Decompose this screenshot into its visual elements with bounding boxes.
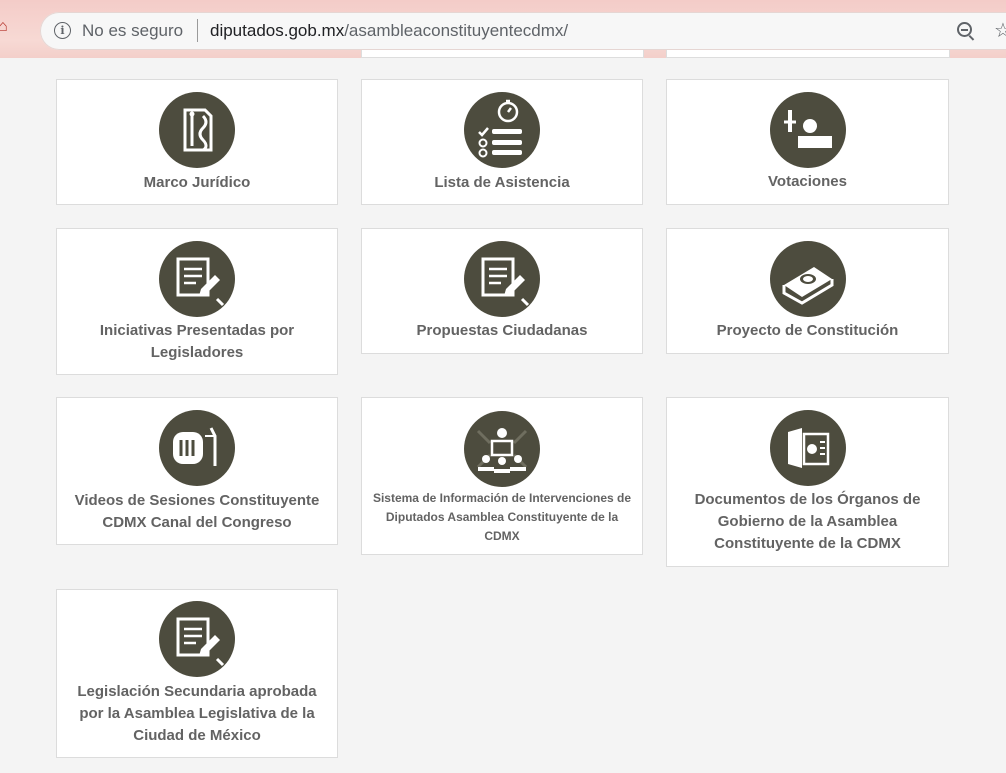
- card-proyecto-constitucion[interactable]: Proyecto de Constitución: [666, 228, 949, 354]
- card-propuestas-ciudadanas[interactable]: Propuestas Ciudadanas: [361, 228, 643, 354]
- card-label: Legislación Secundaria aprobada por la A…: [77, 683, 317, 744]
- card-label: Videos de Sesiones Constituyente CDMX Ca…: [74, 492, 320, 531]
- partial-card: [361, 50, 644, 58]
- stopwatch-checklist-icon: [464, 92, 540, 168]
- card-lista-asistencia[interactable]: Lista de Asistencia: [361, 79, 643, 205]
- card-label: Proyecto de Constitución: [716, 322, 899, 339]
- card-marco-juridico[interactable]: Marco Jurídico: [56, 79, 338, 205]
- card-label: Sistema de Información de Intervenciones…: [372, 491, 632, 543]
- card-label: Iniciativas Presentadas por Legisladores: [99, 322, 295, 361]
- card-label: Votaciones: [768, 173, 847, 190]
- document-pen-icon: [159, 601, 235, 677]
- partial-card: [666, 50, 950, 58]
- info-icon[interactable]: i: [54, 22, 71, 39]
- assembly-podium-icon: [464, 411, 540, 487]
- url-domain: diputados.gob.mx: [210, 21, 345, 40]
- card-label: Lista de Asistencia: [434, 174, 570, 191]
- document-pen-icon: [464, 241, 540, 317]
- open-folder-seal-icon: [769, 410, 846, 486]
- home-icon[interactable]: ⌂: [0, 19, 12, 35]
- gavel-document-icon: [159, 92, 235, 168]
- card-documentos-organos[interactable]: Documentos de los Órganos de Gobierno de…: [666, 397, 949, 567]
- address-bar[interactable]: i No es seguro diputados.gob.mx/asamblea…: [40, 12, 1006, 50]
- not-secure-label[interactable]: No es seguro: [82, 21, 183, 41]
- card-label: Marco Jurídico: [143, 174, 251, 191]
- address-separator: [197, 19, 198, 42]
- constitution-book-icon: [769, 241, 846, 317]
- card-sistema-informacion[interactable]: Sistema de Información de Intervenciones…: [361, 397, 643, 555]
- card-iniciativas[interactable]: Iniciativas Presentadas por Legisladores: [56, 228, 338, 375]
- url-path: /asambleaconstituyentecdmx/: [344, 21, 569, 40]
- card-label: Documentos de los Órganos de Gobierno de…: [694, 491, 921, 552]
- card-votaciones[interactable]: Votaciones: [666, 79, 949, 205]
- document-pen-icon: [159, 241, 235, 317]
- card-legislacion-secundaria[interactable]: Legislación Secundaria aprobada por la A…: [56, 589, 338, 758]
- bookmark-star-icon[interactable]: ☆: [994, 18, 1006, 43]
- voting-person-icon: [769, 92, 846, 168]
- card-videos-sesiones[interactable]: Videos de Sesiones Constituyente CDMX Ca…: [56, 397, 338, 545]
- video-columns-icon: [159, 410, 235, 486]
- zoom-icon[interactable]: [957, 22, 972, 37]
- url-text[interactable]: diputados.gob.mx/asambleaconstituyentecd…: [210, 21, 568, 41]
- card-label: Propuestas Ciudadanas: [416, 322, 588, 339]
